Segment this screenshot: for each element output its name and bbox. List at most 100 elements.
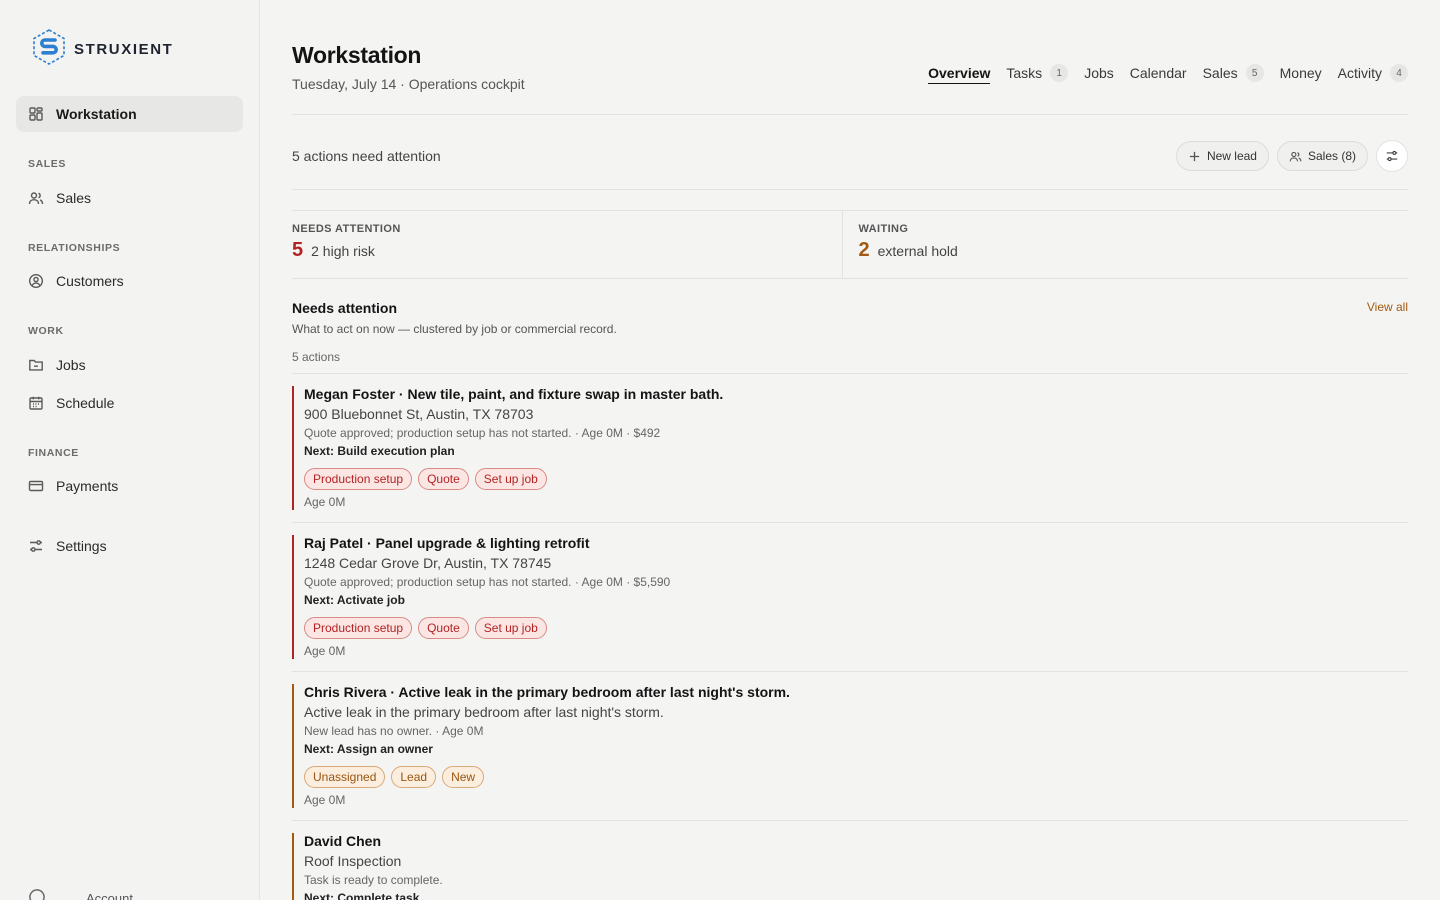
list-divider	[292, 373, 1408, 374]
card-age: Age 0M	[304, 495, 346, 509]
stat-desc: 2 high risk	[311, 243, 375, 259]
sidebar-item-sales[interactable]: Sales	[16, 180, 243, 216]
tab-overview[interactable]: Overview	[928, 62, 991, 84]
sidebar-item-settings[interactable]: Settings	[16, 528, 243, 564]
tag-badge[interactable]: Set up job	[474, 468, 547, 490]
new-lead-label: New lead	[1206, 149, 1257, 163]
risk-bar	[292, 833, 294, 900]
card-summary: Roof Inspection	[304, 853, 402, 869]
card-meta: Quote approved; production setup has not…	[304, 575, 671, 589]
tag-badge[interactable]: Quote	[418, 617, 469, 639]
card-tags: Production setup Quote Set up job	[304, 617, 1408, 639]
card-meta: New lead has no owner. · Age 0M	[304, 724, 484, 738]
sidebar-item-label: Payments	[56, 478, 119, 494]
card-title: Chris Rivera · Active leak in the primar…	[304, 684, 790, 700]
tag-badge[interactable]: Quote	[418, 468, 469, 490]
card-divider	[292, 671, 1408, 672]
card-next-step: Next: Build execution plan	[304, 444, 455, 458]
toolbar-actions: New lead Sales (8)	[1175, 140, 1408, 172]
tab-activity[interactable]: Activity 4	[1338, 62, 1408, 84]
page-subtitle: Tuesday, July 14 · Operations cockpit	[292, 76, 525, 92]
tab-label: Activity	[1337, 65, 1382, 81]
account-avatar-icon	[28, 888, 46, 900]
card-title: Raj Patel · Panel upgrade & lighting ret…	[304, 535, 590, 551]
tag-badge[interactable]: Unassigned	[304, 766, 386, 788]
attention-card[interactable]: Megan Foster · New tile, paint, and fixt…	[292, 386, 1408, 511]
plus-icon	[1189, 151, 1200, 161]
risk-bar	[292, 684, 294, 808]
tab-label: Jobs	[1084, 65, 1114, 81]
stat-value: 5	[292, 239, 304, 261]
tab-calendar[interactable]: Calendar	[1130, 62, 1187, 84]
sidebar-item-label: Settings	[56, 538, 107, 554]
card-next-step: Next: Complete task	[304, 891, 420, 900]
tab-jobs[interactable]: Jobs	[1084, 62, 1114, 84]
tag-badge[interactable]: Lead	[391, 766, 437, 788]
tab-bar: Overview Tasks 1 Jobs Calendar Sales 5 Mon…	[928, 62, 1408, 84]
sidebar-item-jobs[interactable]: Jobs	[16, 347, 243, 383]
attention-card[interactable]: David Chen Roof Inspection Task is ready…	[292, 833, 1408, 900]
tab-label: Money	[1279, 65, 1322, 81]
folder-icon	[27, 356, 45, 374]
tab-label: Overview	[928, 64, 991, 81]
account-menu[interactable]: Account	[28, 888, 133, 900]
sidebar-item-label: Sales	[56, 190, 92, 206]
brand-name: STRUXIENT	[74, 41, 174, 58]
sliders-icon	[27, 537, 45, 555]
sidebar-item-customers[interactable]: Customers	[16, 263, 243, 299]
sidebar-item-schedule[interactable]: Schedule	[16, 385, 243, 421]
tag-badge[interactable]: Production setup	[304, 468, 413, 490]
card-next-step: Next: Assign an owner	[304, 742, 433, 756]
attention-summary: 5 actions need attention	[292, 148, 441, 164]
header-divider	[292, 114, 1408, 115]
filter-settings-button[interactable]	[1376, 140, 1408, 172]
stat-waiting[interactable]: WAITING 2 external hold	[841, 211, 1409, 278]
toolbar-divider	[292, 189, 1408, 190]
view-all-link[interactable]: View all	[1367, 300, 1408, 314]
sales-filter-button[interactable]: Sales (8)	[1276, 141, 1368, 171]
nav-section-finance: FINANCE	[28, 447, 79, 459]
tab-sales[interactable]: Sales 5	[1203, 62, 1264, 84]
new-lead-button[interactable]: New lead	[1175, 141, 1269, 171]
card-meta: Quote approved; production setup has not…	[304, 426, 661, 440]
users-icon	[1289, 151, 1302, 161]
nav-section-sales: SALES	[28, 158, 67, 170]
tab-money[interactable]: Money	[1280, 62, 1322, 84]
account-label: Account	[86, 891, 133, 900]
sales-filter-label: Sales (8)	[1307, 149, 1356, 163]
nav-section-work: WORK	[28, 325, 64, 337]
attention-card[interactable]: Chris Rivera · Active leak in the primar…	[292, 684, 1408, 809]
sidebar-item-payments[interactable]: Payments	[16, 468, 243, 504]
attention-card[interactable]: Raj Patel · Panel upgrade & lighting ret…	[292, 535, 1408, 660]
card-title: Megan Foster · New tile, paint, and fixt…	[304, 386, 724, 402]
card-tags: Unassigned Lead New	[304, 766, 1408, 788]
dashboard-icon	[27, 105, 45, 123]
stat-needs-attention[interactable]: NEEDS ATTENTION 5 2 high risk	[292, 211, 842, 278]
section-title: Needs attention	[292, 300, 398, 316]
main-content: Workstation Tuesday, July 14 · Operation…	[292, 0, 1408, 900]
stat-label: NEEDS ATTENTION	[292, 223, 401, 235]
tag-badge[interactable]: Production setup	[304, 617, 413, 639]
calendar-icon	[27, 394, 45, 412]
sidebar: STRUXIENT Workstation SALES Sales RELATI…	[0, 0, 260, 900]
tab-count-badge: 1	[1050, 64, 1069, 82]
section-count: 5 actions	[292, 350, 341, 364]
card-summary: Active leak in the primary bedroom after…	[304, 704, 664, 720]
card-divider	[292, 820, 1408, 821]
tab-label: Calendar	[1129, 65, 1187, 81]
sidebar-item-label: Jobs	[56, 357, 86, 373]
card-tags: Production setup Quote Set up job	[304, 468, 1408, 490]
tag-badge[interactable]: New	[442, 766, 485, 788]
stat-label: WAITING	[858, 223, 909, 235]
sidebar-item-workstation[interactable]: Workstation	[16, 96, 243, 132]
user-circle-icon	[27, 272, 45, 290]
sidebar-item-label: Customers	[56, 273, 124, 289]
card-divider	[292, 522, 1408, 523]
tab-tasks[interactable]: Tasks 1	[1006, 62, 1069, 84]
brand-logo[interactable]: STRUXIENT	[30, 28, 173, 71]
card-age: Age 0M	[304, 793, 346, 807]
tag-badge[interactable]: Set up job	[474, 617, 547, 639]
card-age: Age 0M	[304, 644, 346, 658]
card-title: David Chen	[304, 833, 382, 849]
card-meta: Task is ready to complete.	[304, 873, 443, 887]
